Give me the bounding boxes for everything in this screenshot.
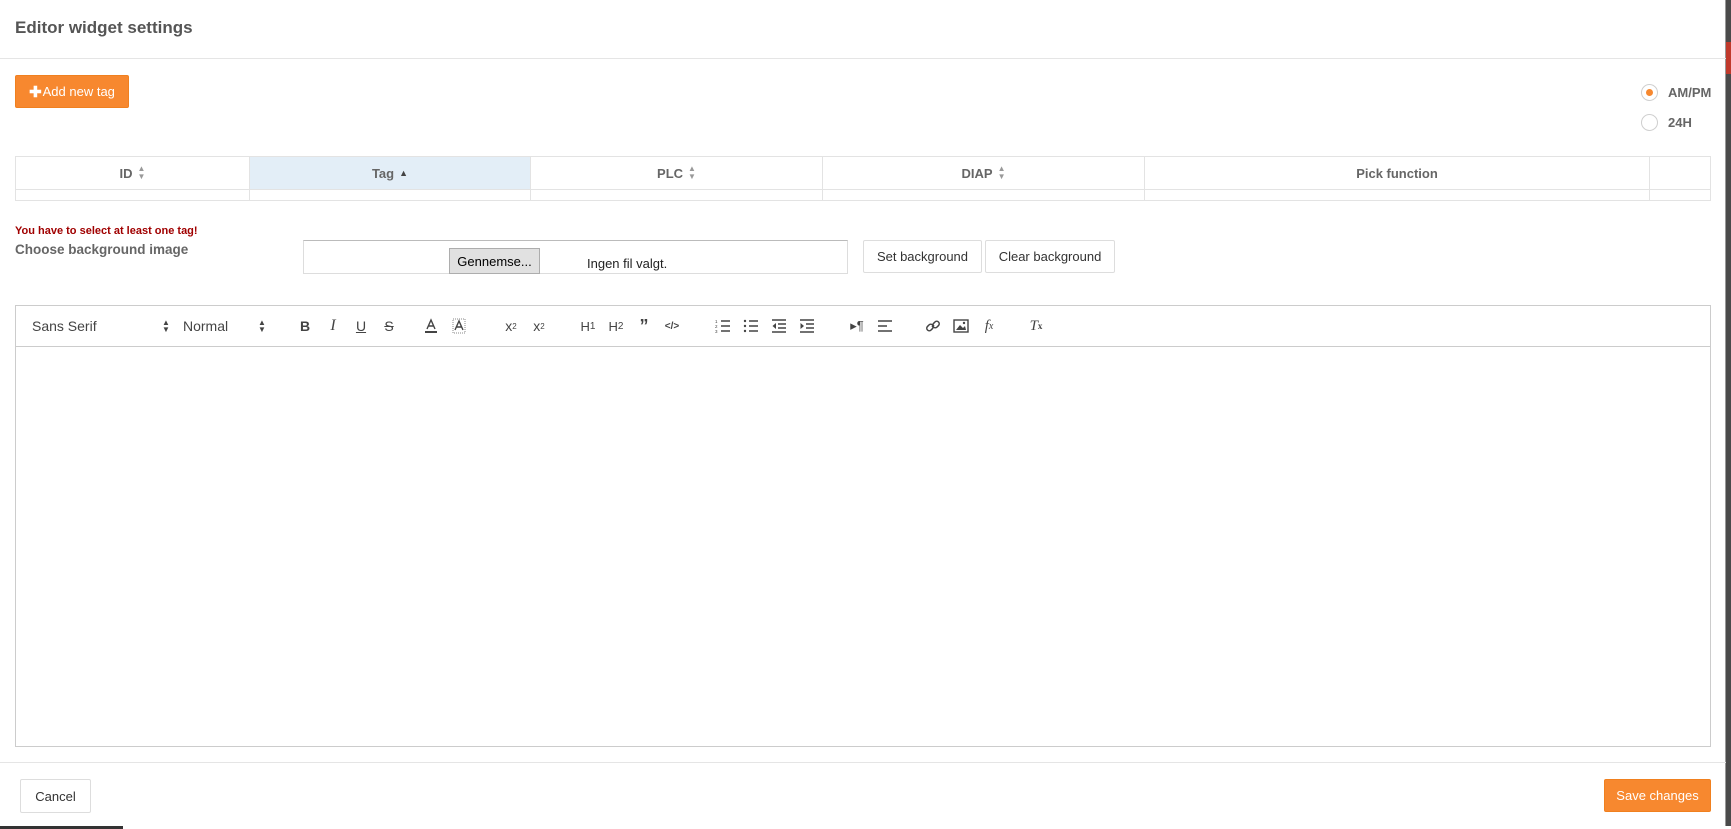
rtl-direction-icon[interactable]: ▸¶ — [846, 316, 868, 336]
superscript-icon[interactable]: x2 — [528, 316, 550, 336]
clean-format-icon[interactable]: Tx — [1025, 316, 1047, 336]
font-family-select[interactable]: Sans Serif ▲ ▼ — [32, 318, 170, 334]
file-status-text: Ingen fil valgt. — [587, 256, 668, 271]
backdrop-accent — [1726, 42, 1731, 74]
font-family-value: Sans Serif — [32, 318, 97, 334]
background-file-input[interactable]: Gennemse... Ingen fil valgt. — [303, 240, 848, 274]
modal-footer: Cancel Save changes — [0, 762, 1726, 827]
select-arrows-icon: ▲ ▼ — [258, 318, 266, 334]
set-background-button[interactable]: Set background — [863, 240, 982, 273]
column-header-id-label: ID — [119, 165, 133, 181]
add-new-tag-label: Add new tag — [42, 84, 115, 99]
subscript-icon[interactable]: x2 — [500, 316, 522, 336]
indent-icon[interactable] — [796, 316, 818, 336]
strike-icon[interactable]: S — [378, 316, 400, 336]
link-icon[interactable] — [922, 316, 944, 336]
background-image-label: Choose background image — [15, 242, 189, 257]
radio-24h[interactable]: 24H — [1641, 114, 1692, 131]
column-header-tag[interactable]: Tag ▲ — [250, 157, 531, 189]
clear-background-button[interactable]: Clear background — [985, 240, 1115, 273]
editor-widget-settings-modal: Editor widget settings ✚ Add new tag AM/… — [0, 0, 1726, 826]
sort-icon: ▲ ▼ — [997, 164, 1006, 181]
header1-icon[interactable]: H1 — [577, 316, 599, 336]
bold-icon[interactable]: B — [294, 316, 316, 336]
underline-icon[interactable]: U — [350, 316, 372, 336]
radio-24h-circle[interactable] — [1641, 114, 1658, 131]
header2-icon[interactable]: H2 — [605, 316, 627, 336]
sort-icon: ▲ ▼ — [137, 164, 146, 181]
column-header-id[interactable]: ID ▲ ▼ — [16, 157, 250, 189]
rich-text-editor: Sans Serif ▲ ▼ Normal ▲ ▼ B I U S x2 x2 H1… — [15, 305, 1711, 747]
plus-icon: ✚ — [29, 83, 42, 101]
tags-table: ID ▲ ▼ Tag ▲ PLC ▲ ▼ DIAP ▲ ▼ Pick function — [15, 156, 1711, 201]
select-arrows-icon: ▲ ▼ — [162, 318, 170, 334]
column-header-pick-function-label: Pick function — [1356, 165, 1438, 181]
sort-asc-icon: ▲ — [399, 168, 409, 178]
font-size-select[interactable]: Normal ▲ ▼ — [183, 318, 268, 334]
editor-content-area[interactable] — [16, 347, 1710, 746]
column-header-plc[interactable]: PLC ▲ ▼ — [531, 157, 823, 189]
text-color-icon[interactable] — [420, 316, 442, 336]
svg-text:3: 3 — [715, 329, 718, 333]
radio-ampm-label: AM/PM — [1668, 85, 1712, 100]
bullet-list-icon[interactable] — [740, 316, 762, 336]
cancel-button[interactable]: Cancel — [20, 779, 91, 813]
column-header-diap-label: DIAP — [961, 165, 993, 181]
browse-file-button[interactable]: Gennemse... — [449, 248, 540, 274]
radio-ampm[interactable]: AM/PM — [1641, 84, 1711, 101]
ordered-list-icon[interactable]: 123 — [712, 316, 734, 336]
image-icon[interactable] — [950, 316, 972, 336]
sort-icon: ▲ ▼ — [688, 164, 696, 181]
column-header-actions — [1650, 157, 1710, 189]
font-size-value: Normal — [183, 318, 229, 334]
add-new-tag-button[interactable]: ✚ Add new tag — [15, 75, 129, 108]
editor-toolbar: Sans Serif ▲ ▼ Normal ▲ ▼ B I U S x2 x2 H1… — [16, 306, 1710, 347]
modal-header: Editor widget settings — [0, 0, 1726, 59]
formula-icon[interactable]: fx — [978, 316, 1000, 336]
backdrop-edge — [1726, 0, 1731, 829]
save-changes-button[interactable]: Save changes — [1604, 779, 1711, 812]
radio-ampm-circle[interactable] — [1641, 84, 1658, 101]
column-header-diap[interactable]: DIAP ▲ ▼ — [823, 157, 1145, 189]
tag-error-message: You have to select at least one tag! — [15, 225, 198, 237]
column-header-tag-label: Tag — [371, 165, 395, 181]
align-icon[interactable] — [874, 316, 896, 336]
blockquote-icon[interactable]: ” — [633, 316, 655, 336]
table-row-empty — [16, 189, 1710, 201]
code-block-icon[interactable]: </> — [661, 316, 683, 336]
background-color-icon[interactable] — [448, 316, 470, 336]
radio-24h-label: 24H — [1668, 115, 1692, 130]
modal-title: Editor widget settings — [15, 18, 193, 37]
column-header-pick-function: Pick function — [1145, 157, 1650, 189]
column-header-plc-label: PLC — [657, 165, 684, 181]
italic-icon[interactable]: I — [322, 316, 344, 336]
outdent-icon[interactable] — [768, 316, 790, 336]
